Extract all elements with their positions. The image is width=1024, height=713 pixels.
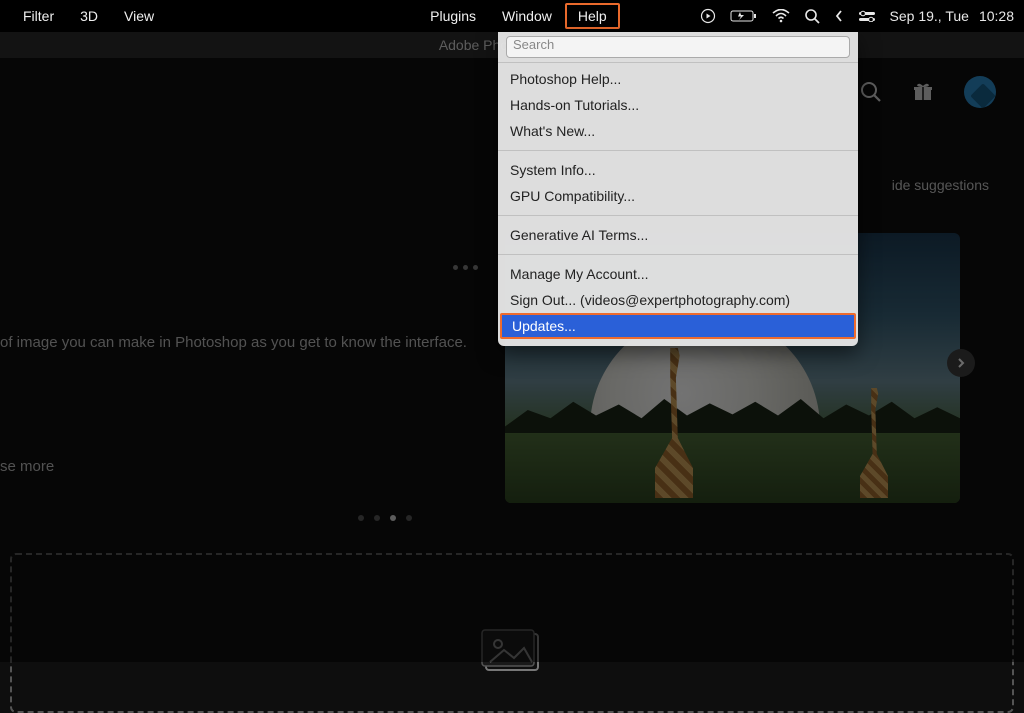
macos-menubar: Filter 3D View Plugins Window Help Sep 1… <box>0 0 1024 32</box>
control-center-icon[interactable] <box>858 10 876 22</box>
help-menu-whats-new[interactable]: What's New... <box>498 118 858 144</box>
help-search-row: Search <box>498 32 858 63</box>
time-text: 10:28 <box>979 8 1014 24</box>
menu-plugins[interactable]: Plugins <box>417 3 489 29</box>
help-menu-manage-account[interactable]: Manage My Account... <box>498 261 858 287</box>
menu-help[interactable]: Help <box>565 3 620 29</box>
help-menu-sign-out[interactable]: Sign Out... (videos@expertphotography.co… <box>498 287 858 313</box>
date-text: Sep 19., Tue <box>890 8 969 24</box>
play-icon[interactable] <box>700 8 716 24</box>
help-menu-gpu-compat[interactable]: GPU Compatibility... <box>498 183 858 209</box>
help-menu-photoshop-help[interactable]: Photoshop Help... <box>498 66 858 92</box>
help-menu-gen-ai-terms[interactable]: Generative AI Terms... <box>498 222 858 248</box>
menu-3d[interactable]: 3D <box>67 3 111 29</box>
chevron-left-icon[interactable] <box>834 9 844 23</box>
menubar-clock[interactable]: Sep 19., Tue 10:28 <box>890 8 1014 24</box>
menubar-left-group: Filter 3D View Plugins Window Help <box>10 3 620 29</box>
separator <box>498 254 858 255</box>
menu-window[interactable]: Window <box>489 3 565 29</box>
menu-filter[interactable]: Filter <box>10 3 67 29</box>
menubar-status-area: Sep 19., Tue 10:28 <box>700 8 1014 24</box>
help-search-input[interactable]: Search <box>506 36 850 58</box>
separator <box>498 215 858 216</box>
help-menu-tutorials[interactable]: Hands-on Tutorials... <box>498 92 858 118</box>
wifi-icon[interactable] <box>772 9 790 23</box>
help-menu-system-info[interactable]: System Info... <box>498 157 858 183</box>
battery-icon[interactable] <box>730 9 758 23</box>
menu-view[interactable]: View <box>111 3 167 29</box>
help-menu-dropdown: Search Photoshop Help... Hands-on Tutori… <box>498 32 858 346</box>
separator <box>498 150 858 151</box>
spotlight-icon[interactable] <box>804 8 820 24</box>
help-menu-updates[interactable]: Updates... <box>500 313 856 339</box>
